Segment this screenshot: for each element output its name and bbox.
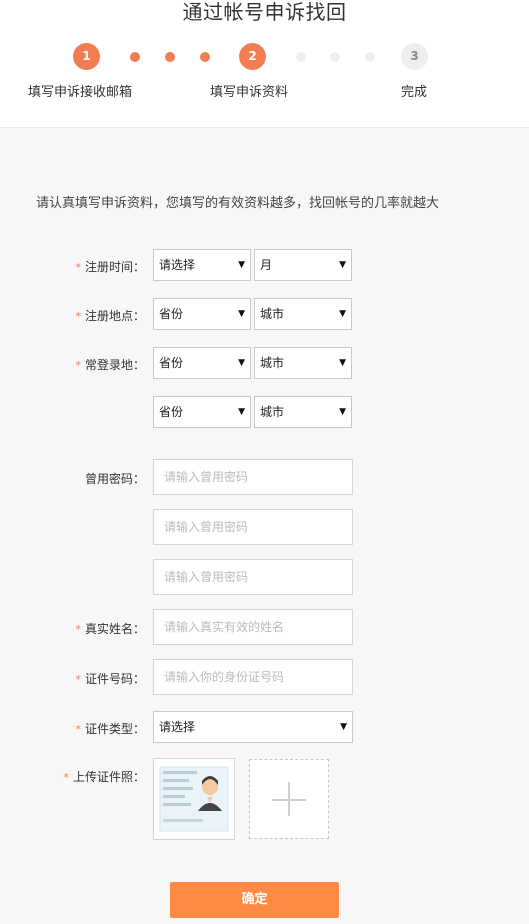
progress-dot [165,52,175,62]
old-password-input-2[interactable]: 请输入曾用密码 [153,509,353,545]
real-name-label: * 真实姓名： [75,622,145,636]
header: 通过帐号申诉找回 1 2 3 填写申诉接收邮箱 填写申诉资料 完成 [0,0,529,128]
reg-month-select[interactable]: 月 ▼ [254,249,352,281]
step-2-label: 填写申诉资料 [210,85,289,100]
old-password-input-1[interactable]: 请输入曾用密码 [153,459,353,495]
id-number-input[interactable]: 请输入你的身份证号码 [153,659,353,695]
required-star: * [75,623,81,636]
progress-dot [130,52,140,62]
dropdown-arrow-icon: ▼ [238,309,245,319]
step-2-circle: 2 [239,43,266,70]
login-city-select-2[interactable]: 城市 ▼ [254,396,352,428]
step-3-circle: 3 [401,43,428,70]
step-1-circle: 1 [73,43,100,70]
progress-dot [365,52,375,62]
progress-dot [330,52,340,62]
required-star: * [75,723,81,736]
upload-photo-button[interactable] [249,759,329,839]
step-1-label: 填写申诉接收邮箱 [28,85,133,100]
id-photo-label: * 上传证件照： [63,770,145,784]
reg-place-label: * 注册地点： [75,309,145,323]
reg-time-label: * 注册时间： [75,260,145,274]
reg-city-select[interactable]: 城市 ▼ [254,298,352,330]
dropdown-arrow-icon: ▼ [339,260,346,270]
login-province-select[interactable]: 省份 ▼ [153,347,251,379]
id-card-sample-image [153,758,235,840]
dropdown-arrow-icon: ▼ [339,309,346,319]
required-star: * [75,310,81,323]
login-province-select-2[interactable]: 省份 ▼ [153,396,251,428]
step-3-label: 完成 [401,85,428,100]
reg-year-select[interactable]: 请选择 ▼ [153,249,251,281]
dropdown-arrow-icon: ▼ [339,358,346,368]
dropdown-arrow-icon: ▼ [238,407,245,417]
old-password-label: 曾用密码： [84,472,145,486]
id-number-label: * 证件号码： [75,672,145,686]
dropdown-arrow-icon: ▼ [238,260,245,270]
dropdown-arrow-icon: ▼ [339,407,346,417]
intro-text: 请认真填写申诉资料，您填写的有效资料越多，找回帐号的几率就越大 [36,196,440,211]
required-star: * [75,359,81,372]
dropdown-arrow-icon: ▼ [340,722,347,732]
submit-button[interactable]: 确定 [170,882,339,918]
real-name-input[interactable]: 请输入真实有效的姓名 [153,609,353,645]
id-card-icon [159,766,229,832]
old-password-input-3[interactable]: 请输入曾用密码 [153,559,353,595]
page-title: 通过帐号申诉找回 [182,0,347,24]
progress-dot [296,52,306,62]
dropdown-arrow-icon: ▼ [238,358,245,368]
login-city-select[interactable]: 城市 ▼ [254,347,352,379]
plus-icon [288,782,290,816]
login-place-label: * 常登录地： [75,358,145,372]
reg-province-select[interactable]: 省份 ▼ [153,298,251,330]
required-star: * [63,771,69,784]
required-star: * [75,673,81,686]
required-star: * [75,261,81,274]
id-type-select[interactable]: 请选择 ▼ [153,711,353,743]
id-type-label: * 证件类型： [75,722,145,736]
progress-dot [200,52,210,62]
